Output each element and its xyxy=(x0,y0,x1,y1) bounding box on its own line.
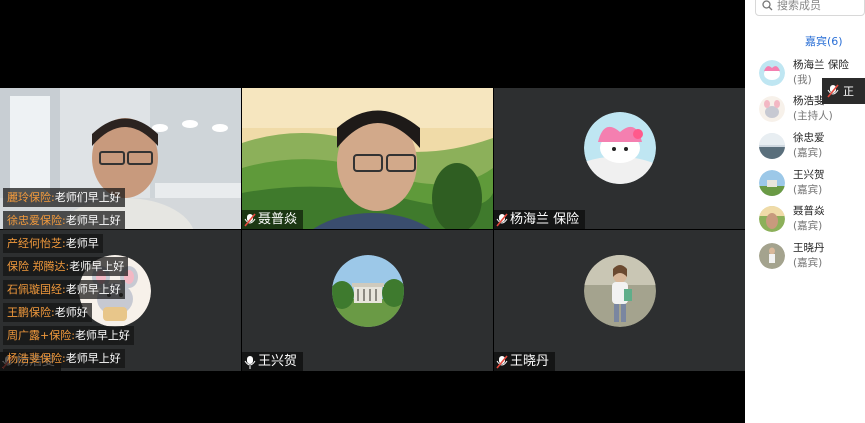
member-item[interactable]: 王晓丹 (嘉宾) xyxy=(759,240,865,274)
member-role: (嘉宾) xyxy=(793,257,823,269)
video-tile-nie[interactable]: 聂普焱 xyxy=(242,88,493,229)
chat-message: 保险 郑腾达: 老师早上好 xyxy=(3,256,129,276)
chat-sender: 周广露+保险: xyxy=(7,329,75,342)
chat-sender: 杨浩斐保险: xyxy=(7,352,66,365)
video-tile-wang-xiaodan[interactable]: 王晓丹 xyxy=(494,230,745,371)
member-item[interactable]: 王兴贺 (嘉宾) xyxy=(759,167,865,201)
chat-text: 老师早上好 xyxy=(65,352,121,365)
member-role: (我) xyxy=(793,74,812,86)
participant-name: 杨海兰 保险 xyxy=(510,212,580,227)
video-grid: 聂普焱 杨海兰 保险 杨浩斐 xyxy=(0,0,745,423)
member-item[interactable]: 徐忠爱 (嘉宾) xyxy=(759,130,865,164)
chat-text: 老师早 xyxy=(65,237,99,250)
search-placeholder: 搜索成员 xyxy=(777,0,821,12)
participant-video xyxy=(242,88,493,229)
member-name: 杨海兰 保险 xyxy=(793,59,849,71)
member-avatar xyxy=(759,206,785,232)
chat-sender: 徐忠爱保险: xyxy=(7,214,66,227)
member-name: 聂普焱 xyxy=(793,205,825,217)
video-tile-wang-xinghe[interactable]: 王兴贺 xyxy=(242,230,493,371)
member-avatar xyxy=(759,243,785,269)
mic-muted-icon xyxy=(496,354,508,369)
tab-guests[interactable]: 嘉宾(6) xyxy=(805,33,843,49)
chat-text: 老师早上好 xyxy=(74,329,130,342)
member-role: (嘉宾) xyxy=(793,147,823,159)
participant-name: 王兴贺 xyxy=(258,354,298,369)
mic-muted-icon xyxy=(827,84,839,98)
member-name: 王兴贺 xyxy=(793,169,825,181)
chat-overlay: 麗玲保险: 老师们早上好 徐忠爱保险: 老师早上好 产经何怡芝: 老师早 保险 郑腾达… xyxy=(3,186,203,370)
chat-sender: 产经何怡芝: xyxy=(7,237,66,250)
search-icon xyxy=(762,0,773,10)
search-member-input[interactable]: 搜索成员 xyxy=(755,0,865,16)
member-name: 王晓丹 xyxy=(793,242,825,254)
participant-nameplate: 王晓丹 xyxy=(494,352,556,371)
chat-message: 杨浩斐保险: 老师早上好 xyxy=(3,348,125,368)
chat-text: 老师早上好 xyxy=(65,214,121,227)
chat-message: 周广露+保险: 老师早上好 xyxy=(3,325,134,345)
member-action-popup[interactable]: 正 xyxy=(822,78,865,104)
chat-message: 产经何怡芝: 老师早 xyxy=(3,233,103,253)
participant-avatar xyxy=(584,112,656,184)
member-avatar xyxy=(759,170,785,196)
mic-muted-icon xyxy=(244,212,256,227)
member-item[interactable]: 聂普焱 (嘉宾) xyxy=(759,203,865,237)
chat-message: 王鹏保险: 老师好 xyxy=(3,302,92,322)
participant-nameplate: 王兴贺 xyxy=(242,352,304,371)
chat-text: 老师早上好 xyxy=(69,260,125,273)
chat-text: 老师早上好 xyxy=(65,283,121,296)
chat-sender: 石佩璇国经: xyxy=(7,283,66,296)
participant-name: 聂普焱 xyxy=(258,212,298,227)
member-avatar xyxy=(759,96,785,122)
chat-text: 老师好 xyxy=(54,306,88,319)
member-avatar xyxy=(759,133,785,159)
member-role: (嘉宾) xyxy=(793,184,823,196)
chat-sender: 王鹏保险: xyxy=(7,306,55,319)
mic-muted-icon xyxy=(496,212,508,227)
chat-sender: 麗玲保险: xyxy=(7,191,55,204)
participant-nameplate: 杨海兰 保险 xyxy=(494,210,586,229)
mic-icon xyxy=(244,355,256,369)
chat-message: 石佩璇国经: 老师早上好 xyxy=(3,279,125,299)
participant-avatar xyxy=(584,255,656,327)
chat-sender: 保险 郑腾达: xyxy=(7,260,70,273)
member-name: 徐忠爱 xyxy=(793,132,825,144)
video-tile-yang-hailan[interactable]: 杨海兰 保险 xyxy=(494,88,745,229)
popup-text: 正 xyxy=(843,85,854,98)
member-name: 杨浩斐 xyxy=(793,95,825,107)
participant-nameplate: 聂普焱 xyxy=(242,210,304,229)
chat-message: 徐忠爱保险: 老师早上好 xyxy=(3,210,125,230)
participant-avatar xyxy=(332,255,404,327)
member-sidebar: 搜索成员 嘉宾(6) 杨海兰 保险 (我) 杨浩斐 (主持人) 徐忠爱 (嘉宾)… xyxy=(745,0,865,423)
chat-message: 麗玲保险: 老师们早上好 xyxy=(3,187,125,207)
participant-name: 王晓丹 xyxy=(510,354,550,369)
chat-text: 老师们早上好 xyxy=(54,191,121,204)
member-role: (主持人) xyxy=(793,110,833,122)
member-role: (嘉宾) xyxy=(793,220,823,232)
member-avatar xyxy=(759,60,785,86)
